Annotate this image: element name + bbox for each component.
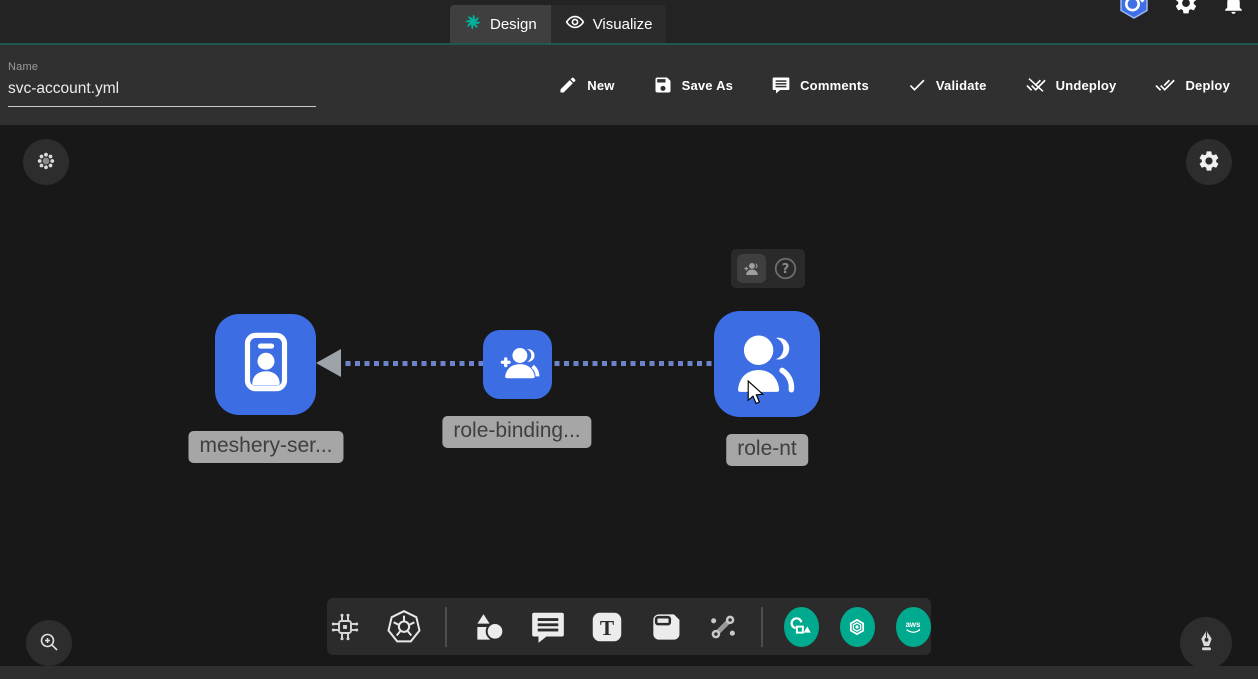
comment-bubble-icon — [771, 75, 791, 95]
undeploy-button[interactable]: Undeploy — [1019, 74, 1123, 96]
node-label-service-account[interactable]: meshery-ser... — [188, 431, 343, 463]
pencil-icon — [558, 75, 578, 95]
svg-text:?: ? — [782, 262, 790, 277]
edge-link-icon[interactable] — [706, 610, 740, 644]
svg-text:aws: aws — [906, 620, 921, 629]
modules-flower-icon — [36, 151, 56, 174]
people-icon — [725, 320, 809, 409]
node-role[interactable] — [714, 311, 820, 417]
node-label-role[interactable]: role-nt — [726, 434, 808, 466]
comment-tool-icon[interactable] — [529, 608, 567, 646]
design-canvas[interactable]: meshery-ser... role-binding... — [0, 125, 1258, 666]
tab-design[interactable]: Design — [450, 5, 551, 43]
modules-button[interactable] — [23, 139, 69, 185]
mouse-cursor — [747, 380, 765, 412]
double-check-slashed-icon — [1025, 75, 1047, 95]
node-service-account[interactable] — [215, 314, 316, 415]
tab-visualize-label: Visualize — [593, 16, 653, 33]
edge-arrowhead — [316, 349, 341, 377]
meshery-hexagon-badge-icon[interactable] — [840, 607, 875, 647]
canvas-dock: T — [327, 598, 931, 655]
design-name-field: Name — [8, 61, 316, 107]
person-plus-icon — [495, 339, 541, 390]
user-badge-icon[interactable] — [1117, 0, 1151, 20]
deploy-button[interactable]: Deploy — [1148, 74, 1236, 96]
design-name-input[interactable] — [8, 80, 316, 107]
tab-visualize[interactable]: Visualize — [551, 5, 667, 43]
name-label: Name — [8, 61, 316, 73]
meshery-shapes-badge-icon[interactable] — [784, 607, 819, 647]
shapes-icon[interactable] — [468, 607, 508, 647]
svg-text:T: T — [600, 615, 614, 639]
node-hover-menu: ? — [731, 249, 805, 288]
group-icon[interactable] — [737, 254, 766, 283]
id-badge-icon — [229, 325, 303, 404]
validate-button[interactable]: Validate — [901, 74, 993, 96]
double-check-icon — [1154, 75, 1176, 95]
topbar: Design Visualize — [0, 0, 1258, 43]
dock-divider — [445, 607, 447, 647]
toolbar-actions: New Save As Comments Validate — [552, 45, 1236, 125]
tab-design-label: Design — [490, 16, 537, 33]
floppy-disk-icon — [653, 75, 673, 95]
zoom-in-icon — [37, 630, 61, 657]
check-icon — [907, 75, 927, 95]
node-role-binding[interactable] — [483, 330, 552, 399]
topbar-right-icons — [1117, 0, 1246, 20]
text-tool-icon[interactable]: T — [588, 608, 626, 646]
component-circuit-icon[interactable] — [327, 609, 363, 645]
meshery-design-app: Design Visualize — [0, 0, 1258, 679]
canvas-settings-button[interactable] — [1186, 139, 1232, 185]
new-button[interactable]: New — [552, 74, 620, 96]
dock-divider — [761, 607, 763, 647]
kubernetes-icon[interactable] — [384, 607, 424, 647]
help-icon[interactable]: ? — [773, 256, 798, 281]
pen-tool-button[interactable] — [1180, 617, 1232, 669]
gear-icon — [1197, 149, 1221, 176]
zoom-in-button[interactable] — [26, 620, 72, 666]
meshery-logo-icon — [464, 13, 482, 35]
comments-button[interactable]: Comments — [765, 74, 875, 96]
pen-nib-icon — [1193, 628, 1220, 658]
aws-badge-icon[interactable]: aws — [896, 607, 931, 647]
design-toolbar: Name New Save As — [0, 45, 1258, 125]
eye-icon — [565, 12, 585, 36]
node-label-role-binding[interactable]: role-binding... — [442, 416, 591, 448]
bottom-strip — [0, 666, 1258, 679]
settings-gear-icon[interactable] — [1173, 0, 1199, 16]
notifications-bell-icon[interactable] — [1221, 0, 1246, 16]
save-as-button[interactable]: Save As — [647, 74, 740, 96]
note-save-icon[interactable] — [647, 608, 685, 646]
mode-tabs: Design Visualize — [450, 5, 666, 43]
